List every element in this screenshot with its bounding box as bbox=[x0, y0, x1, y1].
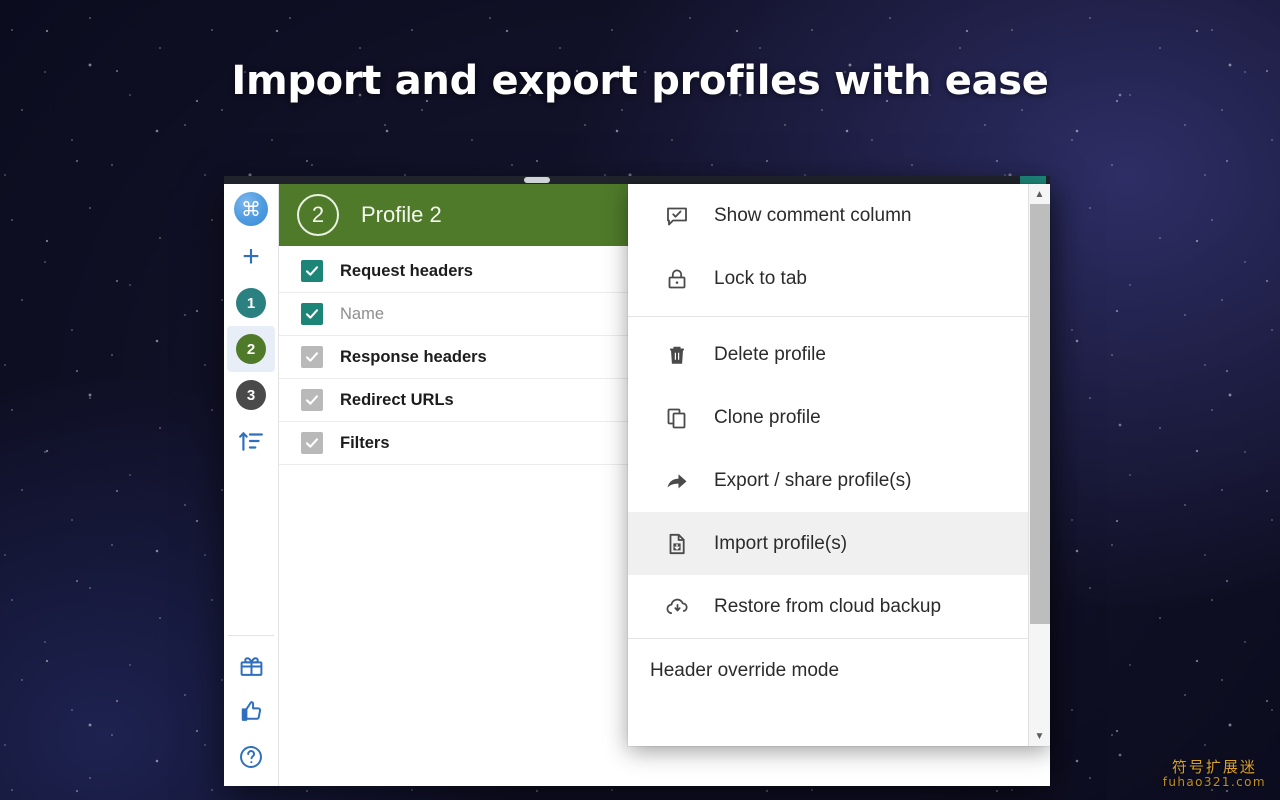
profile-header-number: 2 bbox=[297, 194, 339, 236]
row-label-request-headers: Request headers bbox=[340, 262, 473, 281]
row-label-filters: Filters bbox=[340, 434, 390, 453]
menu-item-clone-profile[interactable]: Clone profile bbox=[628, 386, 1028, 449]
scroll-up-arrow-icon[interactable]: ▲ bbox=[1029, 184, 1051, 204]
menu-item-import-profiles[interactable]: Import profile(s) bbox=[628, 512, 1028, 575]
page-title: Import and export profiles with ease bbox=[0, 58, 1280, 104]
add-profile-label: + bbox=[242, 242, 260, 272]
checkbox-name[interactable] bbox=[301, 303, 323, 325]
menu-item-export-share-profiles[interactable]: Export / share profile(s) bbox=[628, 449, 1028, 512]
sidebar-item-profile-3[interactable]: 3 bbox=[227, 372, 275, 418]
checkbox-redirect-urls[interactable] bbox=[301, 389, 323, 411]
sort-ascending-icon[interactable] bbox=[227, 418, 275, 464]
row-label-name: Name bbox=[340, 305, 384, 324]
context-menu-items: Show comment column Lock to tab bbox=[628, 184, 1028, 746]
watermark-url-text: fuhao321.com bbox=[1163, 776, 1266, 790]
checkbox-request-headers[interactable] bbox=[301, 260, 323, 282]
window-titlebar bbox=[224, 176, 1050, 184]
row-label-response-headers: Response headers bbox=[340, 348, 487, 367]
command-logo-icon[interactable]: ⌘ bbox=[234, 192, 268, 226]
profile-context-menu: Show comment column Lock to tab bbox=[628, 184, 1050, 746]
sidebar-bottom-group bbox=[227, 642, 275, 786]
menu-item-delete-profile[interactable]: Delete profile bbox=[628, 323, 1028, 386]
sidebar-divider bbox=[228, 635, 274, 636]
scrollbar-thumb[interactable] bbox=[1030, 204, 1050, 624]
copy-icon bbox=[664, 406, 690, 430]
menu-item-label: Export / share profile(s) bbox=[714, 470, 911, 492]
watermark: 符号扩展迷 fuhao321.com bbox=[1163, 759, 1266, 790]
menu-item-label: Lock to tab bbox=[714, 268, 807, 290]
menu-item-lock-to-tab[interactable]: Lock to tab bbox=[628, 247, 1028, 310]
watermark-cn-text: 符号扩展迷 bbox=[1163, 759, 1266, 776]
menu-item-restore-cloud-backup[interactable]: Restore from cloud backup bbox=[628, 575, 1028, 638]
checkbox-response-headers[interactable] bbox=[301, 346, 323, 368]
lock-icon bbox=[664, 267, 690, 291]
profile-badge-3: 3 bbox=[236, 380, 266, 410]
sidebar-logo-wrap: ⌘ bbox=[224, 184, 278, 234]
comment-check-icon bbox=[664, 204, 690, 228]
gift-icon[interactable] bbox=[227, 642, 275, 688]
menu-item-label: Restore from cloud backup bbox=[714, 596, 941, 618]
sidebar: ⌘ + 1 2 3 bbox=[224, 184, 279, 786]
menu-item-label: Delete profile bbox=[714, 344, 826, 366]
cloud-download-icon bbox=[664, 594, 690, 619]
page-background: Import and export profiles with ease ⌘ +… bbox=[0, 0, 1280, 800]
help-circle-icon[interactable] bbox=[227, 734, 275, 780]
menu-item-label: Header override mode bbox=[650, 660, 839, 682]
share-arrow-icon bbox=[664, 469, 690, 493]
menu-item-label: Import profile(s) bbox=[714, 533, 847, 555]
menu-divider bbox=[628, 316, 1028, 317]
thumbs-up-icon[interactable] bbox=[227, 688, 275, 734]
menu-scrollbar[interactable]: ▲ ▼ bbox=[1028, 184, 1050, 746]
add-profile-button[interactable]: + bbox=[227, 234, 275, 280]
menu-item-show-comment-column[interactable]: Show comment column bbox=[628, 184, 1028, 247]
profile-badge-1: 1 bbox=[236, 288, 266, 318]
trash-icon bbox=[664, 343, 690, 367]
checkbox-filters[interactable] bbox=[301, 432, 323, 454]
menu-item-label: Clone profile bbox=[714, 407, 821, 429]
profile-header-title[interactable]: Profile 2 bbox=[361, 202, 442, 228]
sidebar-item-profile-2[interactable]: 2 bbox=[227, 326, 275, 372]
row-label-redirect-urls: Redirect URLs bbox=[340, 391, 454, 410]
horizontal-scrollbar-thumb[interactable] bbox=[524, 177, 550, 183]
file-import-icon bbox=[664, 532, 690, 556]
menu-item-header-override-mode[interactable]: Header override mode bbox=[628, 639, 1028, 702]
sidebar-item-profile-1[interactable]: 1 bbox=[227, 280, 275, 326]
menu-item-label: Show comment column bbox=[714, 205, 911, 227]
titlebar-accent-chip bbox=[1020, 176, 1046, 184]
scrollbar-track[interactable] bbox=[1029, 204, 1051, 726]
scroll-down-arrow-icon[interactable]: ▼ bbox=[1029, 726, 1051, 746]
profile-badge-2: 2 bbox=[236, 334, 266, 364]
